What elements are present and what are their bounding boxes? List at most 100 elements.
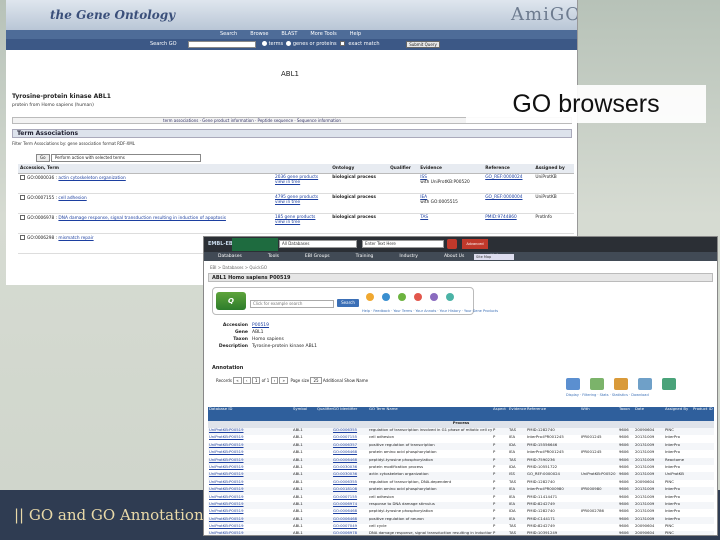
column-header[interactable]: Symbol [292, 407, 316, 421]
go-id-cell[interactable]: GO:0007155 [332, 495, 368, 502]
view-in-tree-link[interactable]: view in tree [275, 200, 328, 205]
nav-databases[interactable]: Databases [218, 252, 242, 261]
nav-training[interactable]: Training [356, 252, 374, 261]
page-size-select[interactable]: 25 [310, 377, 322, 384]
reference-cell[interactable]: PMID:9744860 [483, 213, 534, 234]
nav-blast[interactable]: BLAST [281, 30, 297, 39]
row-checkbox[interactable] [20, 174, 25, 180]
reference-cell[interactable]: PMID:1282740 [526, 480, 580, 487]
advanced-search-link[interactable]: Advanced Search [462, 239, 488, 256]
help-icon[interactable] [366, 293, 374, 301]
database-id-cell[interactable]: UniProtKB:P00519 [208, 450, 292, 457]
evidence-code[interactable]: TAS [420, 215, 481, 220]
nav-ebi-groups[interactable]: EBI Groups [305, 252, 330, 261]
search-input[interactable] [188, 41, 256, 48]
go-id-cell[interactable]: GO:0006468 [332, 457, 368, 465]
nav-search[interactable]: Search [220, 30, 237, 39]
gene-products-icon[interactable] [446, 293, 454, 301]
database-id-cell[interactable]: UniProtKB:P00519 [208, 442, 292, 451]
reference-cell[interactable]: PMID:10391249 [526, 531, 580, 535]
database-id-cell[interactable]: UniProtKB:P00519 [208, 435, 292, 442]
go-term-link[interactable]: cell adhesion [58, 196, 86, 201]
view-in-tree-link[interactable]: view in tree [275, 180, 328, 185]
go-id-cell[interactable]: GO:0006468 [332, 509, 368, 516]
go-id-cell[interactable]: GO:0006468 [332, 516, 368, 525]
go-id-cell[interactable]: GO:0007049 [332, 524, 368, 531]
breadcrumb[interactable]: EBI > Databases > QuickGO [210, 265, 267, 270]
database-id-cell[interactable]: UniProtKB:P00519 [208, 465, 292, 472]
submit-query-button[interactable]: Submit Query [406, 41, 440, 48]
reference-cell[interactable]: PMID:8242749 [526, 501, 580, 510]
col-qualifier[interactable]: Qualifier [388, 164, 419, 174]
column-header[interactable]: Taxon [618, 407, 634, 421]
column-header[interactable]: Aspect [492, 407, 508, 421]
reference-cell[interactable]: InterPro:IPR001245 [526, 450, 580, 457]
go-button[interactable]: Go [36, 154, 50, 162]
exact-match-checkbox[interactable] [339, 41, 345, 46]
go-term-link[interactable]: actin cytoskeleton organization [58, 176, 125, 181]
database-id-cell[interactable]: UniProtKB:P00519 [208, 516, 292, 525]
quickgo-search-button[interactable]: Search [337, 299, 359, 307]
ebi-go-button[interactable] [447, 239, 457, 249]
row-checkbox[interactable] [20, 214, 25, 220]
page-last-button[interactable]: » [279, 377, 288, 384]
reference-cell[interactable]: GO_REF:0000024 [526, 472, 580, 480]
database-id-cell[interactable]: UniProtKB:P00519 [208, 509, 292, 516]
feedback-icon[interactable] [382, 293, 390, 301]
accession-link[interactable]: P00519 [252, 323, 269, 328]
col-evidence[interactable]: Evidence [418, 164, 484, 174]
terms-icon[interactable] [398, 293, 406, 301]
download-icon[interactable] [662, 378, 676, 390]
reference-cell[interactable]: GO_REF:0000004 [483, 193, 534, 214]
nav-about-us[interactable]: About Us [444, 252, 464, 261]
column-header[interactable]: Database ID [208, 407, 292, 421]
go-term-link[interactable]: DNA damage response, signal transduction… [58, 216, 226, 221]
go-id-cell[interactable]: GO:0007155 [332, 435, 368, 442]
database-id-cell[interactable]: UniProtKB:P00519 [208, 487, 292, 495]
reference-cell[interactable]: PMID:C144171 [526, 516, 580, 525]
reference-cell[interactable]: PMID:11414471 [526, 495, 580, 502]
database-id-cell[interactable]: UniProtKB:P00519 [208, 428, 292, 436]
page-prev-button[interactable]: ‹ [242, 377, 251, 384]
nav-industry[interactable]: Industry [399, 252, 418, 261]
column-header[interactable]: GO Identifier [332, 407, 368, 421]
page-first-button[interactable]: « [233, 377, 242, 384]
row-checkbox[interactable] [20, 234, 25, 240]
go-id-cell[interactable]: GO:0006355 [332, 428, 368, 436]
reference-cell[interactable]: PMID:7590236 [526, 457, 580, 465]
reference-cell[interactable]: InterPro:IPR000980 [526, 487, 580, 495]
database-select[interactable]: All Databases [279, 240, 357, 248]
column-header[interactable]: Reference [526, 407, 580, 421]
go-id-cell[interactable]: GO:0006355 [332, 480, 368, 487]
annotations-icon[interactable] [414, 293, 422, 301]
genes-radio[interactable] [286, 41, 292, 46]
reference-cell[interactable]: PMID:1282740 [526, 428, 580, 436]
database-id-cell[interactable]: UniProtKB:P00519 [208, 495, 292, 502]
terms-radio[interactable] [262, 41, 267, 46]
go-id-cell[interactable]: GO:0006357 [332, 442, 368, 451]
reference-cell[interactable]: PMID:1282740 [526, 509, 580, 516]
database-id-cell[interactable]: UniProtKB:P00519 [208, 524, 292, 531]
quickgo-search-input[interactable]: Click for example search [250, 300, 334, 308]
reference-cell[interactable]: PMID:10551722 [526, 465, 580, 472]
col-ontology[interactable]: Ontology [330, 164, 389, 174]
nav-browse[interactable]: Browse [250, 30, 268, 39]
nav-more-tools[interactable]: More Tools [310, 30, 336, 39]
col-assigned-by[interactable]: Assigned by [533, 164, 574, 174]
go-id-cell[interactable]: GO:0006468 [332, 450, 368, 457]
database-id-cell[interactable]: UniProtKB:P00519 [208, 531, 292, 535]
reference-cell[interactable]: InterPro:IPR001245 [526, 435, 580, 442]
database-id-cell[interactable]: UniProtKB:P00519 [208, 480, 292, 487]
reference-cell[interactable]: PMID:8242749 [526, 524, 580, 531]
database-id-cell[interactable]: UniProtKB:P00519 [208, 472, 292, 480]
action-select[interactable]: Perform action with selected terms [50, 154, 201, 162]
column-header[interactable]: GO Term Name [368, 407, 492, 421]
ebi-search-input[interactable]: Enter Text Here [362, 240, 444, 248]
column-header[interactable]: Date [634, 407, 664, 421]
reference-cell[interactable]: PMID:15556646 [526, 442, 580, 451]
column-header[interactable]: With [580, 407, 618, 421]
ebi-logo[interactable]: EMBL-EBI [208, 237, 235, 252]
nav-help[interactable]: Help [350, 30, 361, 39]
history-icon[interactable] [430, 293, 438, 301]
col-reference[interactable]: Reference [483, 164, 534, 174]
